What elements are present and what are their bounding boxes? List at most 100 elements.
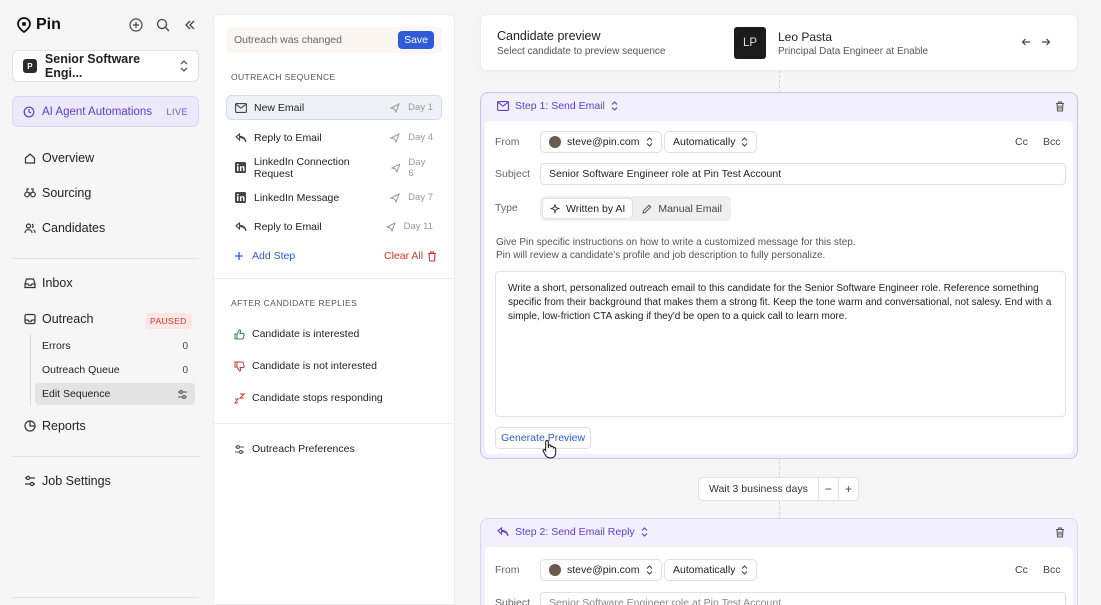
- step-1-header[interactable]: Step 1: Send Email: [497, 100, 618, 112]
- add-circle-icon[interactable]: [129, 18, 143, 32]
- subnav-edit-sequence[interactable]: Edit Sequence: [35, 383, 195, 405]
- cc-button[interactable]: Cc: [1015, 564, 1028, 576]
- save-button[interactable]: Save: [398, 31, 434, 49]
- subject-label: Subject: [495, 168, 531, 180]
- reply-not-interested[interactable]: Candidate is not interested: [234, 360, 377, 372]
- linkedin-icon: [235, 162, 247, 173]
- nav-sourcing[interactable]: Sourcing: [24, 186, 91, 200]
- nav-inbox[interactable]: Inbox: [24, 276, 73, 290]
- step-2-header[interactable]: Step 2: Send Email Reply: [497, 526, 648, 538]
- subnav-outreach-queue-label: Outreach Queue: [42, 364, 120, 376]
- sequence-step-2[interactable]: Reply to Email Day 4: [226, 125, 442, 150]
- send-icon: [390, 192, 401, 203]
- decrease-wait-button[interactable]: −: [817, 478, 838, 500]
- send-icon: [390, 102, 401, 113]
- chevron-up-down-icon: [641, 527, 648, 537]
- step-1-body: From steve@pin.com Automatically Cc Bcc …: [485, 121, 1073, 459]
- sender-avatar: [549, 136, 561, 148]
- collapse-sidebar-icon[interactable]: [183, 18, 197, 32]
- reply-interested[interactable]: Candidate is interested: [234, 328, 359, 340]
- trash-icon[interactable]: [1055, 101, 1065, 112]
- outreach-queue-count: 0: [182, 364, 188, 376]
- send-mode-select[interactable]: Automatically: [664, 559, 758, 581]
- step-day: Day 11: [403, 221, 433, 232]
- trash-icon[interactable]: [1055, 527, 1065, 538]
- sequence-step-4[interactable]: LinkedIn Message Day 7: [226, 185, 442, 210]
- sequence-step-1[interactable]: New Email Day 1: [226, 95, 442, 120]
- settings-sliders-icon: [235, 444, 244, 454]
- avatar: LP: [734, 27, 766, 59]
- increase-wait-button[interactable]: +: [837, 478, 858, 500]
- type-label: Type: [495, 202, 518, 214]
- cc-button[interactable]: Cc: [1015, 136, 1028, 148]
- bcc-button[interactable]: Bcc: [1043, 136, 1061, 148]
- sidebar: Pin P Senior Software Engi... AI Agent A…: [0, 0, 210, 605]
- from-select[interactable]: steve@pin.com: [540, 559, 662, 581]
- clear-all-label: Clear All: [384, 250, 424, 262]
- divider: [12, 258, 199, 259]
- subnav-outreach-queue[interactable]: Outreach Queue 0: [35, 359, 195, 381]
- pie-chart-icon: [24, 420, 36, 432]
- step-label: New Email: [254, 101, 305, 114]
- sequence-step-3[interactable]: LinkedIn Connection Request Day 6: [226, 155, 442, 180]
- candidate-name[interactable]: Leo Pasta: [778, 30, 832, 44]
- from-value: steve@pin.com: [567, 564, 640, 576]
- ai-agent-automations[interactable]: AI Agent Automations LIVE: [12, 96, 199, 127]
- sender-avatar: [549, 564, 561, 576]
- logo-row: Pin: [17, 14, 197, 36]
- inbox-icon: [24, 278, 36, 289]
- add-step-button[interactable]: Add Step: [234, 250, 295, 262]
- subject-input[interactable]: Senior Software Engineer role at Pin Tes…: [540, 592, 1066, 605]
- divider: [12, 597, 199, 598]
- reply-icon: [235, 221, 247, 232]
- send-mode-select[interactable]: Automatically: [664, 131, 758, 153]
- subject-input[interactable]: Senior Software Engineer role at Pin Tes…: [540, 163, 1066, 185]
- nav-candidates-label: Candidates: [42, 221, 106, 235]
- reply-stops-responding-label: Candidate stops responding: [252, 392, 383, 404]
- step-day: Day 4: [408, 132, 433, 143]
- candidate-role: Principal Data Engineer at Enable: [778, 46, 929, 57]
- send-mode-value: Automatically: [673, 564, 736, 576]
- nav-outreach[interactable]: Outreach: [24, 312, 93, 326]
- unsaved-changes-bar: Outreach was changed Save: [226, 27, 442, 53]
- changed-text: Outreach was changed: [234, 34, 342, 46]
- ai-instructions-help: Give Pin specific instructions on how to…: [496, 236, 856, 262]
- subnav-errors[interactable]: Errors 0: [35, 335, 195, 357]
- from-select[interactable]: steve@pin.com: [540, 131, 662, 153]
- clear-all-button[interactable]: Clear All: [384, 250, 437, 262]
- bcc-button[interactable]: Bcc: [1043, 564, 1061, 576]
- job-badge: P: [23, 59, 37, 73]
- type-manual-email[interactable]: Manual Email: [635, 198, 729, 219]
- sparkle-icon: [550, 203, 560, 214]
- nav-candidates[interactable]: Candidates: [24, 221, 105, 235]
- from-value: steve@pin.com: [567, 136, 640, 148]
- live-badge: LIVE: [166, 106, 188, 117]
- arrow-left-icon[interactable]: [1021, 37, 1031, 47]
- after-replies-heading: AFTER CANDIDATE REPLIES: [231, 298, 358, 308]
- app-logo[interactable]: Pin: [17, 16, 61, 34]
- outreach-icon: [24, 313, 36, 325]
- reply-stops-responding[interactable]: Candidate stops responding: [234, 392, 383, 404]
- divider: [214, 278, 454, 279]
- users-icon: [24, 223, 36, 234]
- ai-prompt-textarea[interactable]: Write a short, personalized outreach ema…: [495, 271, 1066, 417]
- nav-reports[interactable]: Reports: [24, 419, 86, 433]
- reply-not-interested-label: Candidate is not interested: [252, 360, 377, 372]
- subnav-edit-sequence-label: Edit Sequence: [42, 388, 111, 400]
- send-icon: [385, 221, 396, 232]
- nav-job-settings[interactable]: Job Settings: [24, 474, 111, 488]
- job-selector[interactable]: P Senior Software Engi...: [12, 50, 199, 82]
- wait-delay-control: Wait 3 business days − +: [698, 477, 859, 501]
- step-day: Day 1: [408, 102, 433, 113]
- send-mode-value: Automatically: [673, 136, 736, 148]
- sequence-step-5[interactable]: Reply to Email Day 11: [226, 214, 442, 239]
- reply-icon: [235, 132, 247, 143]
- chevron-up-down-icon: [646, 137, 652, 147]
- subject-value: Senior Software Engineer role at Pin Tes…: [549, 597, 782, 605]
- thumbs-down-icon: [234, 361, 245, 372]
- type-written-by-ai[interactable]: Written by AI: [542, 198, 634, 219]
- arrow-right-icon[interactable]: [1041, 37, 1051, 47]
- outreach-preferences[interactable]: Outreach Preferences: [234, 443, 355, 455]
- nav-overview[interactable]: Overview: [24, 151, 94, 165]
- search-icon[interactable]: [156, 18, 170, 32]
